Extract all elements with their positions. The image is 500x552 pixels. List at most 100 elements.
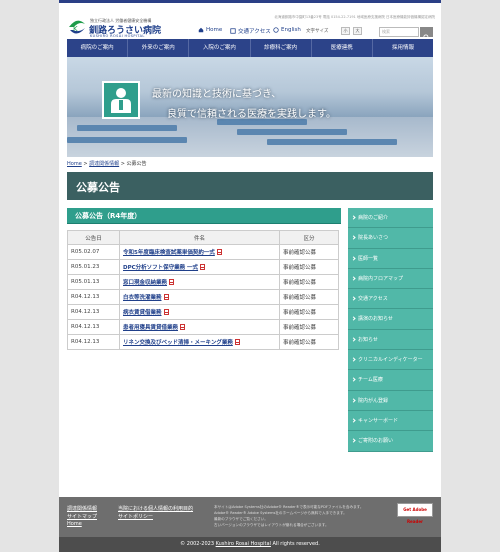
hospital-logo-icon[interactable]: K bbox=[67, 18, 87, 36]
side-nav-label: キャンサーボード bbox=[358, 417, 399, 424]
side-nav-item[interactable]: 病院内フロアマップ bbox=[348, 268, 433, 290]
cell-name: DPC分析ソフト保守業務 一式 bbox=[119, 259, 280, 275]
notice-link[interactable]: リネン交換及びベッド清掃・メーキング業務 bbox=[123, 340, 233, 346]
pdf-icon bbox=[163, 309, 169, 315]
notice-link[interactable]: 白衣等洗濯業務 bbox=[123, 295, 162, 301]
gnav-cooperation[interactable]: 医療連携 bbox=[310, 39, 372, 57]
chevron-right-icon bbox=[351, 377, 356, 382]
cell-type: 事前確認公募 bbox=[279, 289, 339, 305]
side-nav-item[interactable]: ご寄附のお願い bbox=[348, 431, 433, 452]
cell-name: 病衣賃貸借業務 bbox=[119, 304, 280, 320]
side-nav-label: 交通アクセス bbox=[358, 296, 388, 303]
table-header-row: 公告日 件名 区分 bbox=[67, 230, 339, 245]
header-info-text: 北海道釧路市中園町13番23号 電話 0154-22-7191 地域医療支援病院… bbox=[274, 15, 435, 19]
side-nav-item[interactable]: キャンサーボード bbox=[348, 410, 433, 432]
cell-type: 事前確認公募 bbox=[279, 274, 339, 290]
page-title: 公募公告 bbox=[76, 181, 120, 194]
copyright-link[interactable]: Kushiro Rosai Hospital bbox=[216, 541, 271, 547]
gnav-outpatient[interactable]: 外来のご案内 bbox=[127, 39, 188, 57]
side-nav-item[interactable]: 病院のご紹介 bbox=[348, 208, 433, 229]
side-nav-label: お知らせ bbox=[358, 336, 378, 343]
table-row: R04.12.13 リネン交換及びベッド清掃・メーキング業務 事前確認公募 bbox=[67, 334, 339, 350]
pdf-icon bbox=[200, 264, 206, 270]
notice-link[interactable]: 窓口現金収納業務 bbox=[123, 280, 167, 286]
chevron-right-icon bbox=[351, 337, 356, 342]
notice-link[interactable]: 患者用寝具賃貸借業務 bbox=[123, 325, 178, 331]
gnav-departments[interactable]: 診療科ご案内 bbox=[249, 39, 311, 57]
cell-date: R04.12.13 bbox=[67, 319, 120, 335]
page: K 独立行政法人 労働者健康安全機構 釧路ろうさい病院 KUSHIRO ROSA… bbox=[59, 0, 441, 552]
table-row: R05.01.23 DPC分析ソフト保守業務 一式 事前確認公募 bbox=[67, 259, 339, 275]
global-nav: 病院のご案内 外来のご案内 入院のご案内 診療科ご案内 医療連携 採用情報 bbox=[67, 39, 433, 57]
side-nav-item[interactable]: チーム医療 bbox=[348, 370, 433, 391]
notice-link[interactable]: DPC分析ソフト保守業務 一式 bbox=[123, 265, 198, 271]
side-nav-label: クリニカルインディケーター bbox=[358, 357, 423, 364]
side-nav-item[interactable]: 医師一覧 bbox=[348, 248, 433, 269]
chevron-right-icon bbox=[351, 418, 356, 423]
search-button[interactable] bbox=[420, 27, 433, 41]
english-link[interactable]: English bbox=[273, 27, 301, 33]
doctor-icon bbox=[111, 88, 131, 113]
col-header-name: 件名 bbox=[119, 230, 280, 245]
cell-date: R05.01.23 bbox=[67, 259, 120, 275]
copyright: © 2002-2023 Kushiro Rosai Hospital All r… bbox=[59, 537, 441, 552]
table-body: R05.02.07 令和5年度臨床検査試薬単価契約一式 事前確認公募 R05.01.2… bbox=[67, 244, 339, 350]
hero-chair-row bbox=[237, 129, 347, 135]
notice-link[interactable]: 令和5年度臨床検査試薬単価契約一式 bbox=[123, 250, 215, 256]
side-nav-item[interactable]: 講演のお知らせ bbox=[348, 309, 433, 330]
side-nav-item[interactable]: クリニカルインディケーター bbox=[348, 350, 433, 371]
map-icon bbox=[230, 28, 236, 34]
gnav-recruit[interactable]: 採用情報 bbox=[371, 39, 433, 57]
search-input[interactable]: 検索 bbox=[379, 27, 419, 37]
access-link[interactable]: 交通アクセス bbox=[230, 27, 271, 35]
footer-link-sitemap[interactable]: サイトマップ bbox=[67, 513, 97, 520]
cell-type: 事前確認公募 bbox=[279, 259, 339, 275]
pdf-icon bbox=[234, 339, 240, 345]
svg-text:K: K bbox=[73, 25, 78, 33]
cell-date: R04.12.13 bbox=[67, 334, 120, 350]
font-large-button[interactable]: 大 bbox=[353, 27, 362, 35]
cell-name: 患者用寝具賃貸借業務 bbox=[119, 319, 280, 335]
pdf-icon bbox=[180, 324, 186, 330]
hero-chair-row bbox=[67, 137, 187, 143]
notice-link[interactable]: 病衣賃貸借業務 bbox=[123, 310, 162, 316]
chevron-right-icon bbox=[351, 438, 356, 443]
hero-headline-2: 良質で信頼される医療を実践します。 bbox=[167, 109, 336, 120]
pdf-icon bbox=[163, 294, 169, 300]
breadcrumb-home[interactable]: Home bbox=[67, 161, 82, 167]
cell-date: R05.02.07 bbox=[67, 244, 120, 260]
side-nav-item[interactable]: 院長あいさつ bbox=[348, 228, 433, 249]
chevron-right-icon bbox=[351, 316, 356, 322]
cell-type: 事前確認公募 bbox=[279, 304, 339, 320]
hero-headline-1: 最新の知識と技術に基づき、 bbox=[152, 89, 282, 100]
side-nav-item[interactable]: 院内がん登録 bbox=[348, 390, 433, 411]
home-icon bbox=[198, 27, 204, 33]
side-nav-item[interactable]: 交通アクセス bbox=[348, 289, 433, 310]
side-nav-label: チーム医療 bbox=[358, 377, 383, 384]
cell-type: 事前確認公募 bbox=[279, 319, 339, 335]
hero-chair-row bbox=[77, 125, 177, 131]
gnav-inpatient[interactable]: 入院のご案内 bbox=[188, 39, 249, 57]
hospital-name-en: KUSHIRO ROSAI HOSPITAL bbox=[90, 34, 145, 38]
section-underline bbox=[67, 223, 341, 224]
font-size-label: 文字サイズ bbox=[306, 29, 329, 34]
pdf-icon bbox=[169, 279, 175, 285]
footer-link-procurement[interactable]: 調達関係情報 bbox=[67, 505, 97, 512]
gnav-hospital[interactable]: 病院のご案内 bbox=[67, 39, 127, 57]
chevron-right-icon bbox=[351, 398, 356, 403]
chevron-right-icon bbox=[351, 235, 356, 240]
footer-link-home[interactable]: Home bbox=[67, 521, 82, 527]
section-header: 公募公告（R4年度） bbox=[67, 208, 341, 224]
font-small-button[interactable]: 小 bbox=[341, 27, 350, 35]
breadcrumb-parent[interactable]: 調達関係情報 bbox=[89, 161, 119, 167]
home-link[interactable]: Home bbox=[198, 27, 222, 33]
side-nav-label: 病院のご紹介 bbox=[358, 215, 389, 221]
breadcrumb: Home > 調達関係情報 > 公募公告 bbox=[67, 160, 147, 167]
side-nav-label: ご寄附のお願い bbox=[358, 438, 394, 445]
adobe-reader-badge[interactable]: Get Adobe Reader bbox=[397, 503, 433, 524]
cell-name: リネン交換及びベッド清掃・メーキング業務 bbox=[119, 334, 280, 350]
side-nav-item[interactable]: お知らせ bbox=[348, 329, 433, 351]
footer-link-privacy[interactable]: 当院における個人情報の利用目的 bbox=[118, 505, 193, 512]
hero-emblem bbox=[102, 81, 140, 119]
footer-link-sitepolicy[interactable]: サイトポリシー bbox=[118, 513, 153, 520]
